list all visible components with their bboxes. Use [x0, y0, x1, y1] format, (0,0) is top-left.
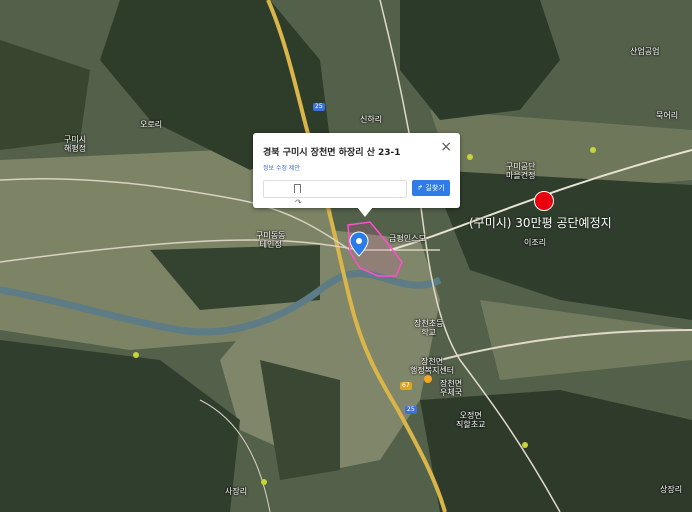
place-label-ijo: 이조리 [524, 238, 547, 247]
directions-button[interactable]: ↱ 길찾기 [412, 180, 450, 196]
place-label-office: 장천면 행정복지센터 [410, 357, 455, 375]
road-shield-25-north: 25 [313, 103, 325, 111]
place-label-school: 장천초등 학교 [414, 319, 444, 337]
place-label-haepyeong: 구미시 해평정 [64, 135, 87, 153]
place-info-popup: 경북 구미시 장천면 하장리 산 23-1 정보 수정 제안 × ↷ ↱ 길찾기 [253, 133, 460, 217]
place-label-mugeo: 묵어리 [656, 111, 679, 120]
poi-dot [590, 147, 596, 153]
poi-dot [522, 442, 528, 448]
place-label-village-1: 구미공단 마을건정 [506, 162, 536, 180]
share-icon[interactable]: ↷ [295, 199, 302, 207]
poi-dot [467, 154, 473, 160]
popup-address: 경북 구미시 장천면 하장리 산 23-1 [263, 148, 401, 158]
poi-dot [133, 352, 139, 358]
road-shield-25-south: 25 [405, 406, 417, 414]
place-label-industry: 산업공업 [630, 47, 660, 56]
directions-label: 길찾기 [425, 184, 445, 192]
planned-site-marker [534, 191, 554, 211]
bookmark-icon [294, 184, 301, 193]
place-label-sinha: 신하리 [360, 115, 383, 124]
poi-dot-orange [424, 375, 432, 383]
poi-dot [261, 479, 267, 485]
planned-site-caption: (구미시) 30만평 공단예정지 [469, 216, 612, 230]
place-label-sajang: 사장리 [225, 487, 248, 496]
save-bookmark-button[interactable] [263, 180, 407, 198]
suggest-edit-link[interactable]: 정보 수정 제안 [263, 163, 300, 172]
directions-icon: ↱ [417, 184, 424, 192]
place-label-ojeong: 오정면 직할초교 [456, 411, 486, 429]
close-icon[interactable]: × [440, 140, 452, 154]
place-label-oro: 오로리 [140, 120, 163, 129]
place-label-geumpyeong: 금평인스모 [389, 234, 426, 243]
place-label-postoffice: 장천면 우체국 [440, 379, 463, 397]
place-label-village-2: 구미동동 테인정 [256, 231, 286, 249]
satellite-map[interactable] [0, 0, 692, 512]
road-shield-67: 67 [400, 382, 412, 390]
place-label-sangjang: 상장리 [660, 485, 683, 494]
